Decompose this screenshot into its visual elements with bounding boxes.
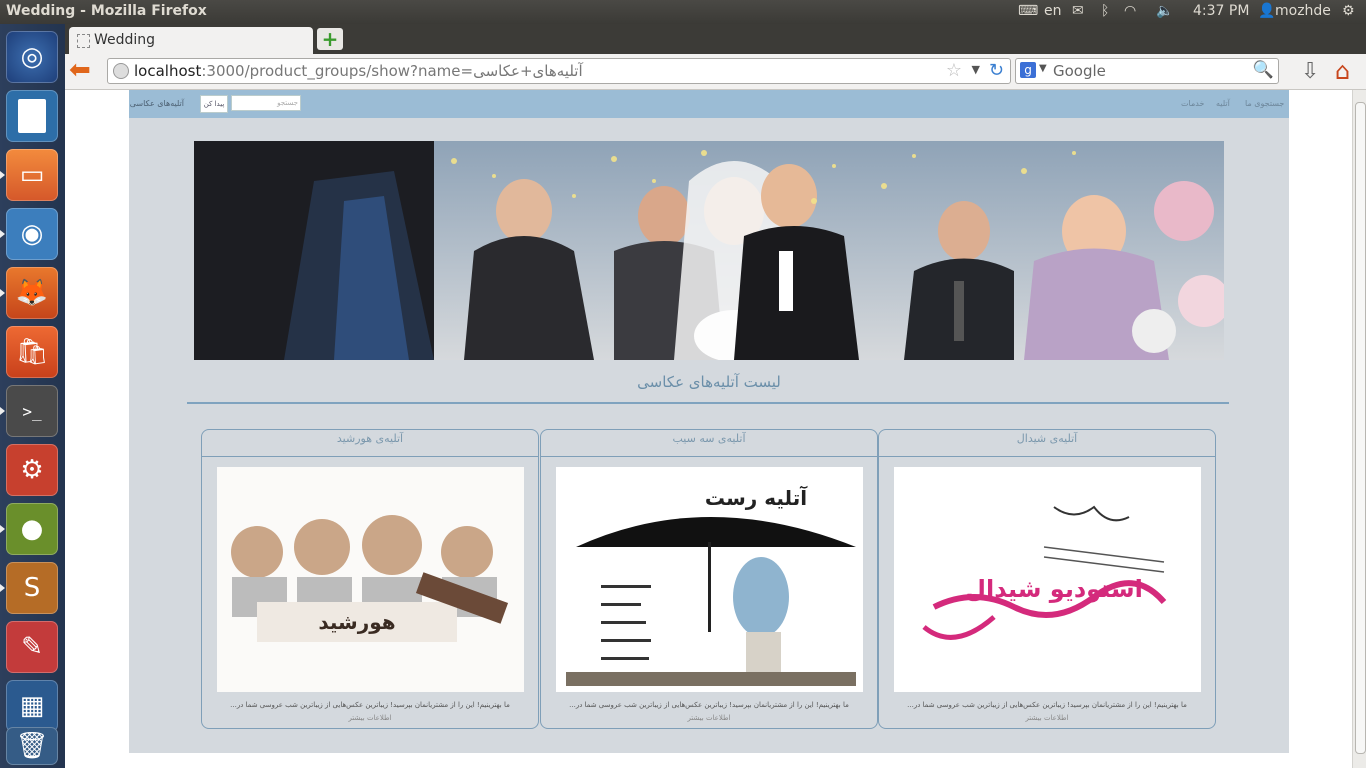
engine-dropdown-icon[interactable]: ▼ bbox=[1039, 63, 1047, 74]
mail-icon[interactable]: ✉ bbox=[1072, 3, 1084, 19]
studio-logo-image[interactable]: هورشید bbox=[217, 467, 524, 692]
tab-strip: Wedding + bbox=[65, 24, 1366, 54]
more-info-link[interactable]: اطلاعات بیشتر bbox=[202, 714, 538, 722]
back-button[interactable]: ⬅ bbox=[69, 57, 97, 84]
more-info-link[interactable]: اطلاعات بیشتر bbox=[541, 714, 877, 722]
chromium-icon[interactable]: ◉ bbox=[0, 208, 58, 260]
site-navbar: آتلیه‌های عکاسی پیدا کن جستجو جستجوی ما … bbox=[129, 90, 1289, 118]
site-identity-icon[interactable] bbox=[113, 63, 129, 79]
vertical-scrollbar[interactable] bbox=[1352, 90, 1366, 768]
dash-home-icon[interactable]: ◎ bbox=[6, 31, 58, 83]
page-icon bbox=[77, 34, 90, 48]
url-bar[interactable]: localhost:3000/product_groups/show?name=… bbox=[107, 58, 1011, 84]
software-center-icon[interactable]: 🛍 bbox=[6, 326, 58, 378]
search-placeholder: Google bbox=[1053, 62, 1106, 80]
card-title[interactable]: آتلیه‌ی هورشید bbox=[202, 430, 538, 457]
url-host: localhost bbox=[134, 62, 202, 80]
tor-browser-icon[interactable]: ● bbox=[0, 503, 58, 555]
site-search-input[interactable]: جستجو bbox=[231, 95, 301, 111]
page-viewport: آتلیه‌های عکاسی پیدا کن جستجو جستجوی ما … bbox=[65, 90, 1352, 768]
home-icon[interactable]: ⌂ bbox=[1335, 57, 1350, 85]
wifi-icon[interactable]: ◠ bbox=[1124, 3, 1136, 19]
navigation-bar: ⬅ localhost:3000/product_groups/show?nam… bbox=[65, 54, 1366, 90]
reload-icon[interactable]: ↻ bbox=[989, 60, 1004, 81]
tab-wedding[interactable]: Wedding bbox=[69, 27, 313, 54]
tab-label: Wedding bbox=[94, 32, 156, 48]
more-info-link[interactable]: اطلاعات بیشتر bbox=[879, 714, 1215, 722]
hero-wedding-photo bbox=[194, 141, 1224, 360]
search-bar[interactable]: g ▼ Google 🔍 bbox=[1015, 58, 1279, 84]
new-tab-button[interactable]: + bbox=[317, 28, 343, 50]
keyboard-icon[interactable]: ⌨ bbox=[1018, 3, 1038, 19]
studio-card: آتلیه‌ی سه سیب آتلیه رست bbox=[540, 429, 878, 729]
scrollbar-thumb[interactable] bbox=[1355, 102, 1366, 754]
logo-text: هورشید bbox=[318, 610, 395, 634]
sublime-text-icon[interactable]: S bbox=[0, 562, 58, 614]
keyboard-layout[interactable]: en bbox=[1044, 3, 1062, 19]
bookmark-star-icon[interactable]: ☆ bbox=[946, 60, 962, 81]
nav-item-search[interactable]: جستجوی ما bbox=[1245, 99, 1284, 108]
terminal-icon[interactable]: >_ bbox=[0, 385, 58, 437]
site-search-button[interactable]: پیدا کن bbox=[200, 95, 228, 113]
site-brand[interactable]: آتلیه‌های عکاسی bbox=[130, 99, 184, 108]
studio-logo-image[interactable]: استودیو شیدال bbox=[894, 467, 1201, 692]
studio-card: آتلیه‌ی هورشید هورشید م bbox=[201, 429, 539, 729]
url-path: :3000/product_groups/show?name=آتلیه‌های… bbox=[201, 62, 583, 80]
clock[interactable]: 4:37 PM bbox=[1193, 3, 1249, 19]
firefox-icon[interactable]: 🦊 bbox=[0, 267, 58, 319]
nav-item-studio[interactable]: آتلیه bbox=[1216, 99, 1230, 108]
nav-item-services[interactable]: خدمات bbox=[1181, 99, 1204, 108]
user-icon[interactable]: 👤 bbox=[1258, 3, 1275, 19]
launcher: ◎ ▭ ◉ 🦊 🛍 >_ ⚙ ● S ✎ ▦ 🗑 bbox=[0, 24, 66, 768]
studio-logo-image[interactable]: آتلیه رست bbox=[556, 467, 863, 692]
card-description: ما بهترینیم! این را از مشتریانمان بپرسید… bbox=[569, 701, 849, 709]
card-description: ما بهترینیم! این را از مشتریانمان بپرسید… bbox=[907, 701, 1187, 709]
trash-icon[interactable]: 🗑 bbox=[6, 727, 58, 765]
system-settings-icon[interactable]: ⚙ bbox=[6, 444, 58, 496]
downloads-icon[interactable]: ⇩ bbox=[1301, 59, 1319, 84]
libreoffice-writer-icon[interactable] bbox=[6, 90, 58, 142]
google-engine-icon[interactable]: g bbox=[1020, 62, 1036, 78]
history-dropdown-icon[interactable]: ▼ bbox=[972, 63, 980, 76]
search-icon[interactable]: 🔍 bbox=[1253, 60, 1274, 80]
studio-card: آتلیه‌ی شیدال استودیو شیدال ما بهترینیم!… bbox=[878, 429, 1216, 729]
gear-icon[interactable]: ⚙ bbox=[1342, 3, 1355, 19]
page-heading: لیست آتلیه‌های عکاسی bbox=[637, 373, 781, 391]
bluetooth-icon[interactable]: ᛒ bbox=[1101, 3, 1109, 19]
card-description: ما بهترینیم! این را از مشتریانمان بپرسید… bbox=[230, 701, 510, 709]
logo-text: استودیو شیدال bbox=[965, 575, 1143, 603]
heading-divider bbox=[187, 402, 1229, 404]
top-panel: Wedding - Mozilla Firefox ⌨ en ✉ ᛒ ◠ 🔈 4… bbox=[0, 0, 1366, 24]
document-viewer-icon[interactable]: ✎ bbox=[6, 621, 58, 673]
logo-text: آتلیه رست bbox=[705, 485, 808, 510]
user-name[interactable]: mozhde bbox=[1275, 3, 1331, 19]
volume-icon[interactable]: 🔈 bbox=[1156, 3, 1173, 19]
workspace-switcher-icon[interactable]: ▦ bbox=[6, 680, 58, 732]
card-title[interactable]: آتلیه‌ی شیدال bbox=[879, 430, 1215, 457]
page-container: آتلیه‌های عکاسی پیدا کن جستجو جستجوی ما … bbox=[129, 90, 1289, 753]
card-title[interactable]: آتلیه‌ی سه سیب bbox=[541, 430, 877, 457]
files-icon[interactable]: ▭ bbox=[0, 149, 58, 201]
window-title: Wedding - Mozilla Firefox bbox=[6, 3, 207, 19]
